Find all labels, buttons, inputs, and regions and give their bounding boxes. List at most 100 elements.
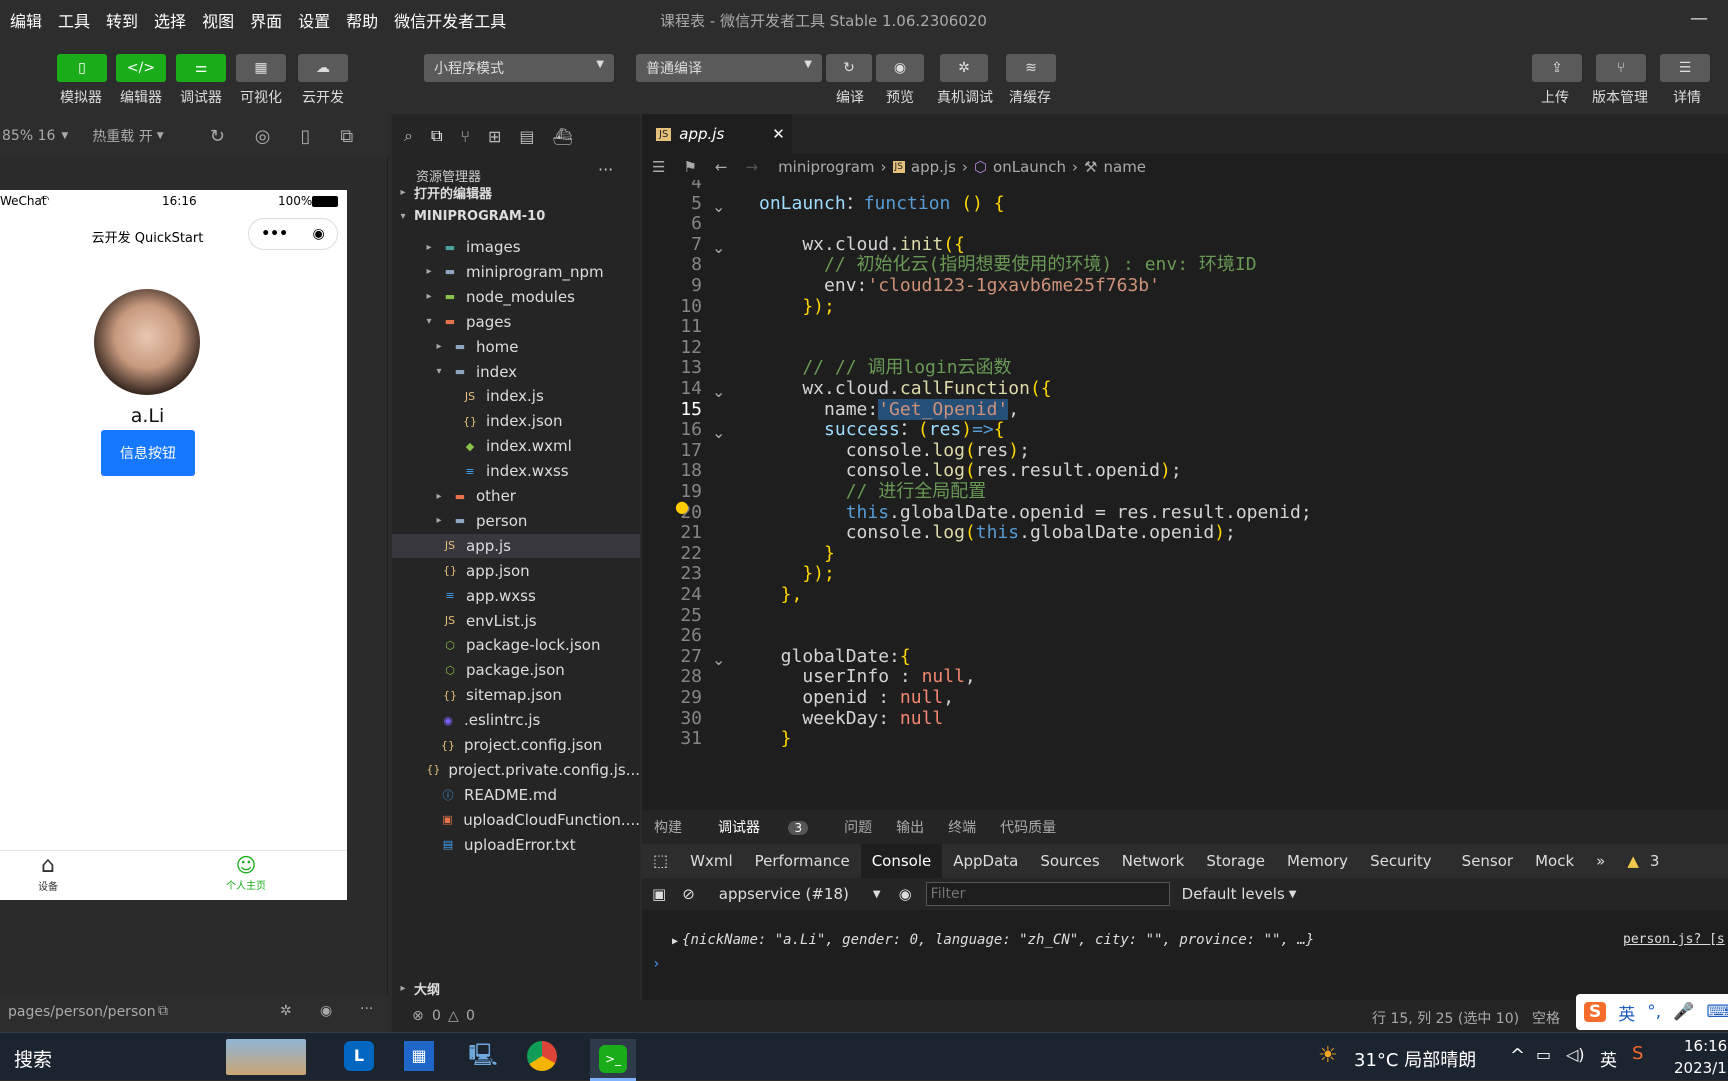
code-line[interactable]: globalDate:{	[759, 646, 911, 668]
menu-item[interactable]: 设置	[290, 8, 338, 32]
menu-item[interactable]: 帮助	[338, 8, 386, 32]
tab-terminal[interactable]: 终端	[948, 817, 976, 837]
version-button[interactable]: ⑂	[1596, 54, 1646, 82]
tab-code-quality[interactable]: 代码质量	[1000, 817, 1056, 837]
fold-chevron-icon[interactable]: ⌄	[712, 423, 725, 442]
code-line[interactable]: wx.cloud.callFunction({	[759, 378, 1051, 400]
clear-cache-button[interactable]: ≋	[1006, 54, 1056, 82]
simulator-button[interactable]: ▯	[57, 54, 107, 82]
inspect-icon[interactable]: ⬚	[642, 844, 679, 878]
tab-debugger[interactable]: 调试器 3	[706, 817, 820, 837]
minimize-icon[interactable]: —	[1690, 8, 1708, 29]
tree-item[interactable]: {} app.json	[392, 559, 640, 583]
tab-network[interactable]: Network	[1111, 844, 1196, 878]
code-line[interactable]: console.log(res.result.openid);	[759, 460, 1182, 482]
breadcrumb-item[interactable]: miniprogram	[778, 158, 874, 176]
tab-app-js[interactable]: JS app.js ✕	[642, 114, 792, 154]
breadcrumb-item[interactable]: onLaunch	[993, 158, 1066, 176]
remote-debug-button[interactable]: ✲	[940, 54, 988, 82]
error-icon[interactable]: ⊗	[412, 1008, 424, 1024]
chrome-icon[interactable]	[527, 1041, 557, 1071]
eye-icon[interactable]: ◉	[320, 1003, 332, 1019]
clock-time[interactable]: 16:16	[1684, 1037, 1727, 1055]
filter-input[interactable]	[925, 882, 1170, 906]
zoom-select[interactable]: 85% 16	[2, 128, 55, 144]
rotate-icon[interactable]: ↻	[210, 126, 225, 147]
levels-select[interactable]: Default levels	[1182, 885, 1285, 903]
details-button[interactable]: ☰	[1660, 54, 1710, 82]
mode-select[interactable]: 小程序模式 ▼	[424, 54, 614, 82]
code-line[interactable]: weekDay: null	[759, 708, 943, 730]
tree-item[interactable]: ≡ app.wxss	[392, 584, 640, 608]
taskbar-search[interactable]: 搜索	[14, 1045, 52, 1072]
menu-item[interactable]: 工具	[50, 8, 98, 32]
menu-item[interactable]: 转到	[98, 8, 146, 32]
menu-item[interactable]: 界面	[242, 8, 290, 32]
code-line[interactable]: openid : null,	[759, 687, 954, 709]
tab-device[interactable]: ⌂ 设备	[8, 853, 88, 893]
hot-reload-select[interactable]: 热重载 开	[92, 126, 152, 146]
code-line[interactable]: name:'Get_Openid',	[759, 398, 1019, 421]
compile-button[interactable]: ↻	[826, 54, 872, 82]
tree-item[interactable]: ▸ ▬ person	[392, 509, 640, 533]
menu-capsule[interactable]: ••• ◉	[248, 218, 338, 250]
warning-icon[interactable]: △	[448, 1008, 459, 1024]
tree-item[interactable]: ⓘ README.md	[392, 783, 640, 807]
app-l-icon[interactable]: L	[344, 1041, 374, 1071]
clear-icon[interactable]: ⊘	[682, 885, 695, 903]
tab-memory[interactable]: Memory	[1276, 844, 1359, 878]
tab-problems[interactable]: 问题	[844, 817, 872, 837]
preview-button[interactable]: ◉	[876, 54, 924, 82]
wechat-devtools-taskbar-item[interactable]: >_	[590, 1039, 636, 1081]
lightbulb-icon[interactable]: ●	[675, 497, 689, 516]
close-icon[interactable]: ✕	[772, 125, 785, 143]
tree-item[interactable]: {} project.private.config.js...	[392, 758, 640, 782]
bug-icon[interactable]: ✲	[280, 1003, 292, 1019]
tree-item[interactable]: {} project.config.json	[392, 733, 640, 757]
list-icon[interactable]: ☰	[652, 158, 665, 176]
tab-sources[interactable]: Sources	[1029, 844, 1110, 878]
code-line[interactable]: onLaunch：function () {	[759, 193, 1005, 215]
tab-console[interactable]: Console	[860, 844, 943, 878]
tree-item[interactable]: ◉ .eslintrc.js	[392, 708, 640, 732]
tree-item[interactable]: JS app.js	[392, 533, 640, 558]
upload-button[interactable]: ⇪	[1532, 54, 1582, 82]
code-line[interactable]: // 进行全局配置	[759, 481, 987, 503]
tree-item[interactable]: {} sitemap.json	[392, 683, 640, 707]
menu-item[interactable]: 编辑	[2, 8, 50, 32]
log-source-link[interactable]: person.js? [s	[1623, 932, 1725, 947]
code-line[interactable]: // // 调用login云函数	[759, 357, 1011, 379]
ime-lang[interactable]: 英	[1618, 1000, 1635, 1025]
tab-performance[interactable]: Performance	[744, 844, 861, 878]
code-area[interactable]: 4 5 ⌄ onLaunch：function () {6 7 ⌄ wx.cloud.in…	[642, 180, 1728, 810]
outline-section[interactable]: ▸ 大纲	[392, 976, 640, 1000]
debugger-button[interactable]: ⚌	[176, 54, 226, 82]
code-line[interactable]: console.log(this.globalDate.openid);	[759, 522, 1236, 544]
breadcrumb-item[interactable]: name	[1104, 158, 1147, 176]
tree-item[interactable]: JS envList.js	[392, 609, 640, 633]
cursor-position[interactable]: 行 15, 列 25 (选中 10)	[1372, 1008, 1519, 1028]
context-select[interactable]: appservice (#18)	[719, 885, 849, 903]
forward-icon[interactable]: →	[745, 158, 758, 176]
code-line[interactable]: }	[759, 543, 835, 565]
tab-build[interactable]: 构建	[654, 817, 682, 837]
window-icon[interactable]: ⧉	[340, 126, 353, 147]
keyboard-icon[interactable]: ⌨	[1706, 1002, 1728, 1022]
cloud-button[interactable]: ☁	[298, 54, 348, 82]
code-line[interactable]: wx.cloud.init({	[759, 234, 965, 256]
ime-indicator[interactable]: 英	[1600, 1046, 1617, 1071]
tab-profile[interactable]: ☺ 个人主页	[206, 853, 286, 892]
tab-security[interactable]: Security	[1359, 844, 1443, 878]
code-line[interactable]: this.globalDate.openid = res.result.open…	[759, 502, 1312, 524]
store-icon[interactable]: ▦	[404, 1041, 434, 1071]
menu-item[interactable]: 选择	[146, 8, 194, 32]
tab-storage[interactable]: Storage	[1195, 844, 1276, 878]
tree-item[interactable]: ▸ ▬ home	[392, 335, 640, 359]
visual-button[interactable]: ▦	[236, 54, 286, 82]
fold-chevron-icon[interactable]: ⌄	[712, 197, 725, 216]
close-circle-icon[interactable]: ◉	[313, 226, 325, 242]
code-line[interactable]: });	[759, 563, 835, 585]
more-icon[interactable]: •••	[261, 226, 288, 242]
tree-item[interactable]: ▣ uploadCloudFunction....	[392, 808, 640, 832]
code-line[interactable]: userInfo : null,	[759, 666, 975, 688]
